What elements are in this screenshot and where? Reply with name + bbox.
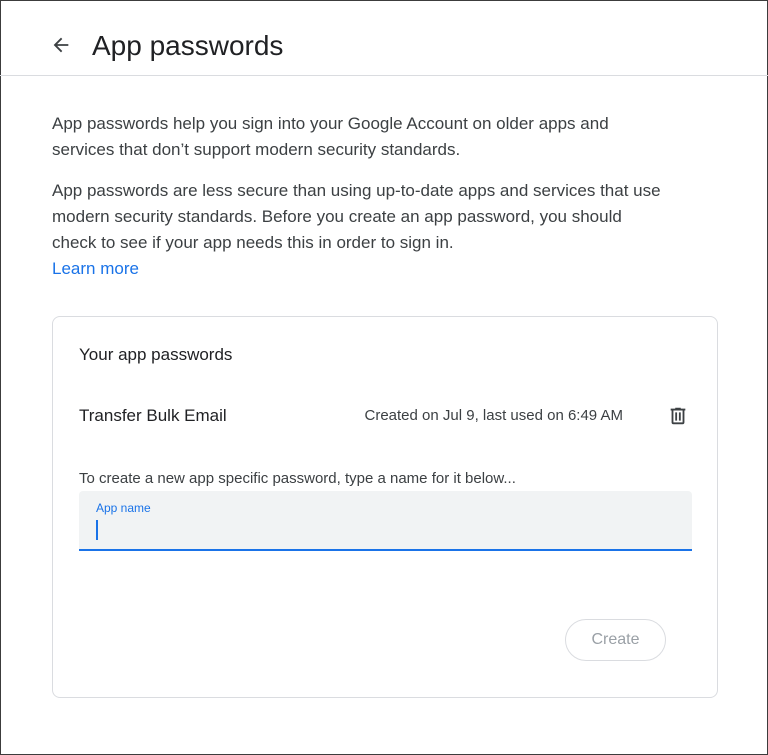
intro-paragraph-2: App passwords are less secure than using… (52, 181, 661, 252)
app-password-meta: Created on Jul 9, last used on 6:49 AM (364, 407, 624, 424)
app-password-row: Transfer Bulk Email Created on Jul 9, la… (53, 401, 717, 431)
app-password-name: Transfer Bulk Email (79, 406, 227, 425)
intro-paragraph-1: App passwords help you sign into your Go… (52, 114, 609, 159)
text-caret (96, 520, 98, 540)
arrow-back-icon (53, 37, 69, 53)
app-name-label: App name (96, 501, 151, 515)
delete-password-button[interactable] (665, 403, 691, 429)
app-name-input[interactable] (95, 518, 675, 542)
app-name-field[interactable]: App name (79, 491, 692, 551)
app-passwords-card: Your app passwords Transfer Bulk Email C… (52, 316, 718, 698)
trash-icon (670, 407, 686, 425)
page-header: App passwords (0, 0, 768, 76)
page-title: App passwords (92, 30, 284, 61)
card-title: Your app passwords (79, 345, 233, 364)
create-hint: To create a new app specific password, t… (79, 470, 516, 487)
back-button[interactable] (46, 30, 76, 60)
learn-more-link[interactable]: Learn more (52, 256, 139, 282)
create-button[interactable]: Create (565, 619, 666, 661)
